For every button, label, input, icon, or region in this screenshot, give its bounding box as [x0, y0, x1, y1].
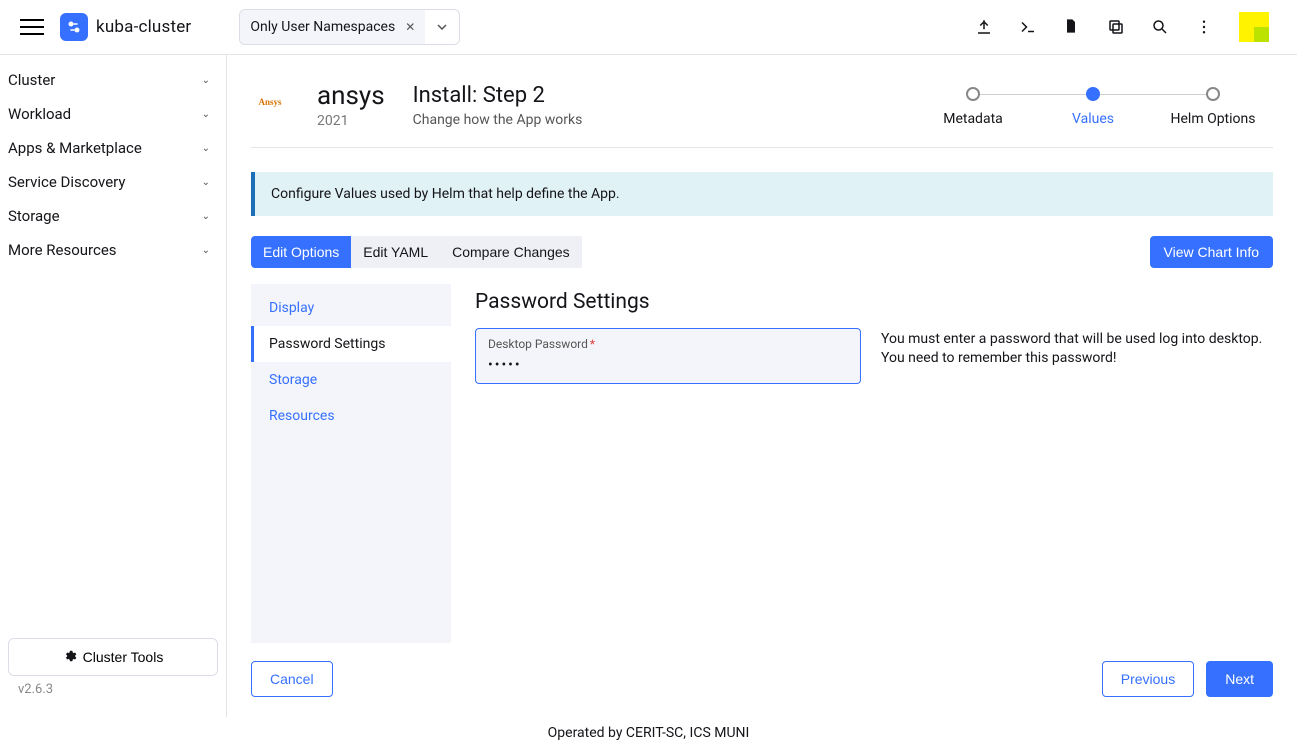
chevron-down-icon: ⌄	[202, 177, 210, 188]
sidebar-item-label: More Resources	[8, 241, 117, 259]
sidebar-item-more-resources[interactable]: More Resources ⌄	[0, 233, 226, 267]
chevron-down-icon: ⌄	[202, 143, 210, 154]
cluster-icon	[60, 13, 88, 41]
cluster-name: kuba-cluster	[96, 17, 191, 37]
chevron-down-icon: ⌄	[202, 109, 210, 120]
menu-toggle-icon[interactable]	[20, 15, 44, 39]
footer: Operated by CERIT-SC, ICS MUNI	[0, 717, 1297, 755]
install-subtitle: Change how the App works	[413, 112, 583, 128]
sidebar-item-service-discovery[interactable]: Service Discovery ⌄	[0, 165, 226, 199]
divider	[251, 147, 1273, 148]
main: Ansys ansys 2021 Install: Step 2 Change …	[227, 55, 1297, 717]
step-helm-options[interactable]: Helm Options	[1153, 87, 1273, 127]
cluster-tools-button[interactable]: Cluster Tools	[8, 638, 218, 676]
cancel-button[interactable]: Cancel	[251, 661, 333, 697]
header: kuba-cluster Only User Namespaces ✕	[0, 0, 1297, 55]
header-actions	[975, 12, 1269, 42]
values-nav-resources[interactable]: Resources	[251, 398, 451, 434]
file-icon[interactable]	[1063, 18, 1081, 36]
step-values[interactable]: Values	[1033, 87, 1153, 127]
shell-icon[interactable]	[1019, 18, 1037, 36]
sidebar-item-workload[interactable]: Workload ⌄	[0, 97, 226, 131]
sidebar-item-label: Apps & Marketplace	[8, 139, 142, 157]
tab-edit-options[interactable]: Edit Options	[251, 236, 351, 268]
chevron-down-icon: ⌄	[202, 75, 210, 86]
close-icon[interactable]: ✕	[405, 20, 415, 34]
app-name: ansys	[317, 83, 385, 109]
chevron-down-icon[interactable]	[425, 24, 459, 30]
sidebar: Cluster ⌄ Workload ⌄ Apps & Marketplace …	[0, 55, 227, 717]
view-chart-info-button[interactable]: View Chart Info	[1150, 236, 1273, 268]
namespace-selector-label: Only User Namespaces	[250, 19, 395, 35]
sidebar-item-label: Cluster	[8, 71, 55, 89]
values-nav-password-settings[interactable]: Password Settings	[251, 326, 451, 362]
import-icon[interactable]	[975, 18, 993, 36]
desktop-password-field[interactable]: Desktop Password * •••••	[475, 328, 861, 384]
tab-edit-yaml[interactable]: Edit YAML	[351, 236, 440, 268]
sidebar-item-storage[interactable]: Storage ⌄	[0, 199, 226, 233]
section-title: Password Settings	[475, 290, 1273, 314]
install-title: Install: Step 2	[413, 83, 583, 108]
chevron-down-icon: ⌄	[202, 211, 210, 222]
sidebar-item-label: Storage	[8, 207, 60, 225]
gear-icon	[63, 649, 77, 666]
stepper: Metadata Values Helm Options	[913, 83, 1273, 127]
next-button[interactable]: Next	[1206, 661, 1273, 697]
values-content: Password Settings Desktop Password * •••…	[475, 284, 1273, 643]
sidebar-item-cluster[interactable]: Cluster ⌄	[0, 63, 226, 97]
search-icon[interactable]	[1151, 18, 1169, 36]
app-year: 2021	[317, 113, 385, 129]
previous-button[interactable]: Previous	[1102, 661, 1194, 697]
install-actions: Cancel Previous Next	[251, 643, 1273, 717]
app-title-block: ansys 2021	[317, 83, 385, 129]
app-logo: Ansys	[251, 83, 289, 121]
chevron-down-icon: ⌄	[202, 245, 210, 256]
avatar[interactable]	[1239, 12, 1269, 42]
field-label: Desktop Password	[488, 337, 588, 351]
sidebar-item-label: Service Discovery	[8, 173, 125, 191]
install-header: Ansys ansys 2021 Install: Step 2 Change …	[251, 55, 1273, 147]
info-banner: Configure Values used by Helm that help …	[251, 172, 1273, 216]
desktop-password-value[interactable]: •••••	[488, 357, 848, 373]
copy-icon[interactable]	[1107, 18, 1125, 36]
cluster-tools-label: Cluster Tools	[83, 649, 164, 665]
tabs-row: Edit Options Edit YAML Compare Changes V…	[251, 236, 1273, 268]
values-nav-storage[interactable]: Storage	[251, 362, 451, 398]
sidebar-item-apps-marketplace[interactable]: Apps & Marketplace ⌄	[0, 131, 226, 165]
version-label: v2.6.3	[8, 676, 218, 709]
values-nav-display[interactable]: Display	[251, 290, 451, 326]
tab-compare-changes[interactable]: Compare Changes	[440, 236, 582, 268]
field-help: You must enter a password that will be u…	[881, 328, 1273, 384]
install-step-block: Install: Step 2 Change how the App works	[413, 83, 583, 128]
brand[interactable]: kuba-cluster	[60, 13, 191, 41]
step-metadata[interactable]: Metadata	[913, 87, 1033, 127]
values-nav: Display Password Settings Storage Resour…	[251, 284, 451, 643]
required-asterisk: *	[590, 337, 595, 351]
kebab-icon[interactable]	[1195, 18, 1213, 36]
namespace-selector[interactable]: Only User Namespaces ✕	[239, 9, 460, 45]
sidebar-item-label: Workload	[8, 105, 71, 123]
